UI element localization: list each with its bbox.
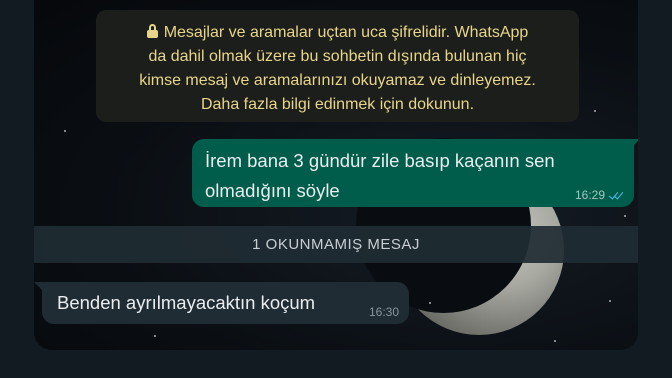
encryption-notice[interactable]: Mesajlar ve aramalar uçtan uca şifrelidi… — [96, 10, 579, 122]
outgoing-message-bubble[interactable]: İrem bana 3 gündür zile basıp kaçanın se… — [192, 139, 634, 207]
lock-icon — [146, 24, 158, 38]
star — [554, 340, 556, 342]
read-ticks-icon — [608, 189, 624, 200]
outgoing-message-line1: İrem bana 3 gündür zile basıp kaçanın se… — [205, 150, 555, 171]
encryption-notice-text-1: Mesajlar ve aramalar uçtan uca şifrelidi… — [163, 24, 529, 41]
unread-messages-banner: 1 OKUNMAMIŞ MESAJ — [34, 226, 638, 263]
encryption-notice-line3: kimse mesaj ve aramalarınızı okuyamaz ve… — [139, 72, 536, 89]
encryption-notice-line1: Mesajlar ve aramalar uçtan uca şifrelidi… — [106, 21, 569, 45]
encryption-notice-line2: da dahil olmak üzere bu sohbetin dışında… — [148, 48, 527, 65]
star — [594, 110, 596, 112]
incoming-message-text: Benden ayrılmayacaktın koçum — [57, 292, 316, 313]
star — [154, 335, 156, 337]
chat-area[interactable]: Mesajlar ve aramalar uçtan uca şifrelidi… — [34, 0, 638, 350]
star — [609, 300, 611, 302]
outgoing-message-line2: olmadığını söyle — [205, 180, 340, 201]
outgoing-message-meta: 16:29 — [575, 188, 624, 202]
star — [64, 130, 66, 132]
star — [624, 215, 626, 217]
incoming-message-time: 16:30 — [368, 305, 399, 319]
outgoing-message-time: 16:29 — [574, 188, 605, 202]
encryption-notice-line4: Daha fazla bilgi edinmek için dokunun. — [200, 96, 475, 113]
incoming-message-bubble[interactable]: Benden ayrılmayacaktın koçum 16:30 — [42, 282, 409, 324]
star — [429, 302, 431, 304]
